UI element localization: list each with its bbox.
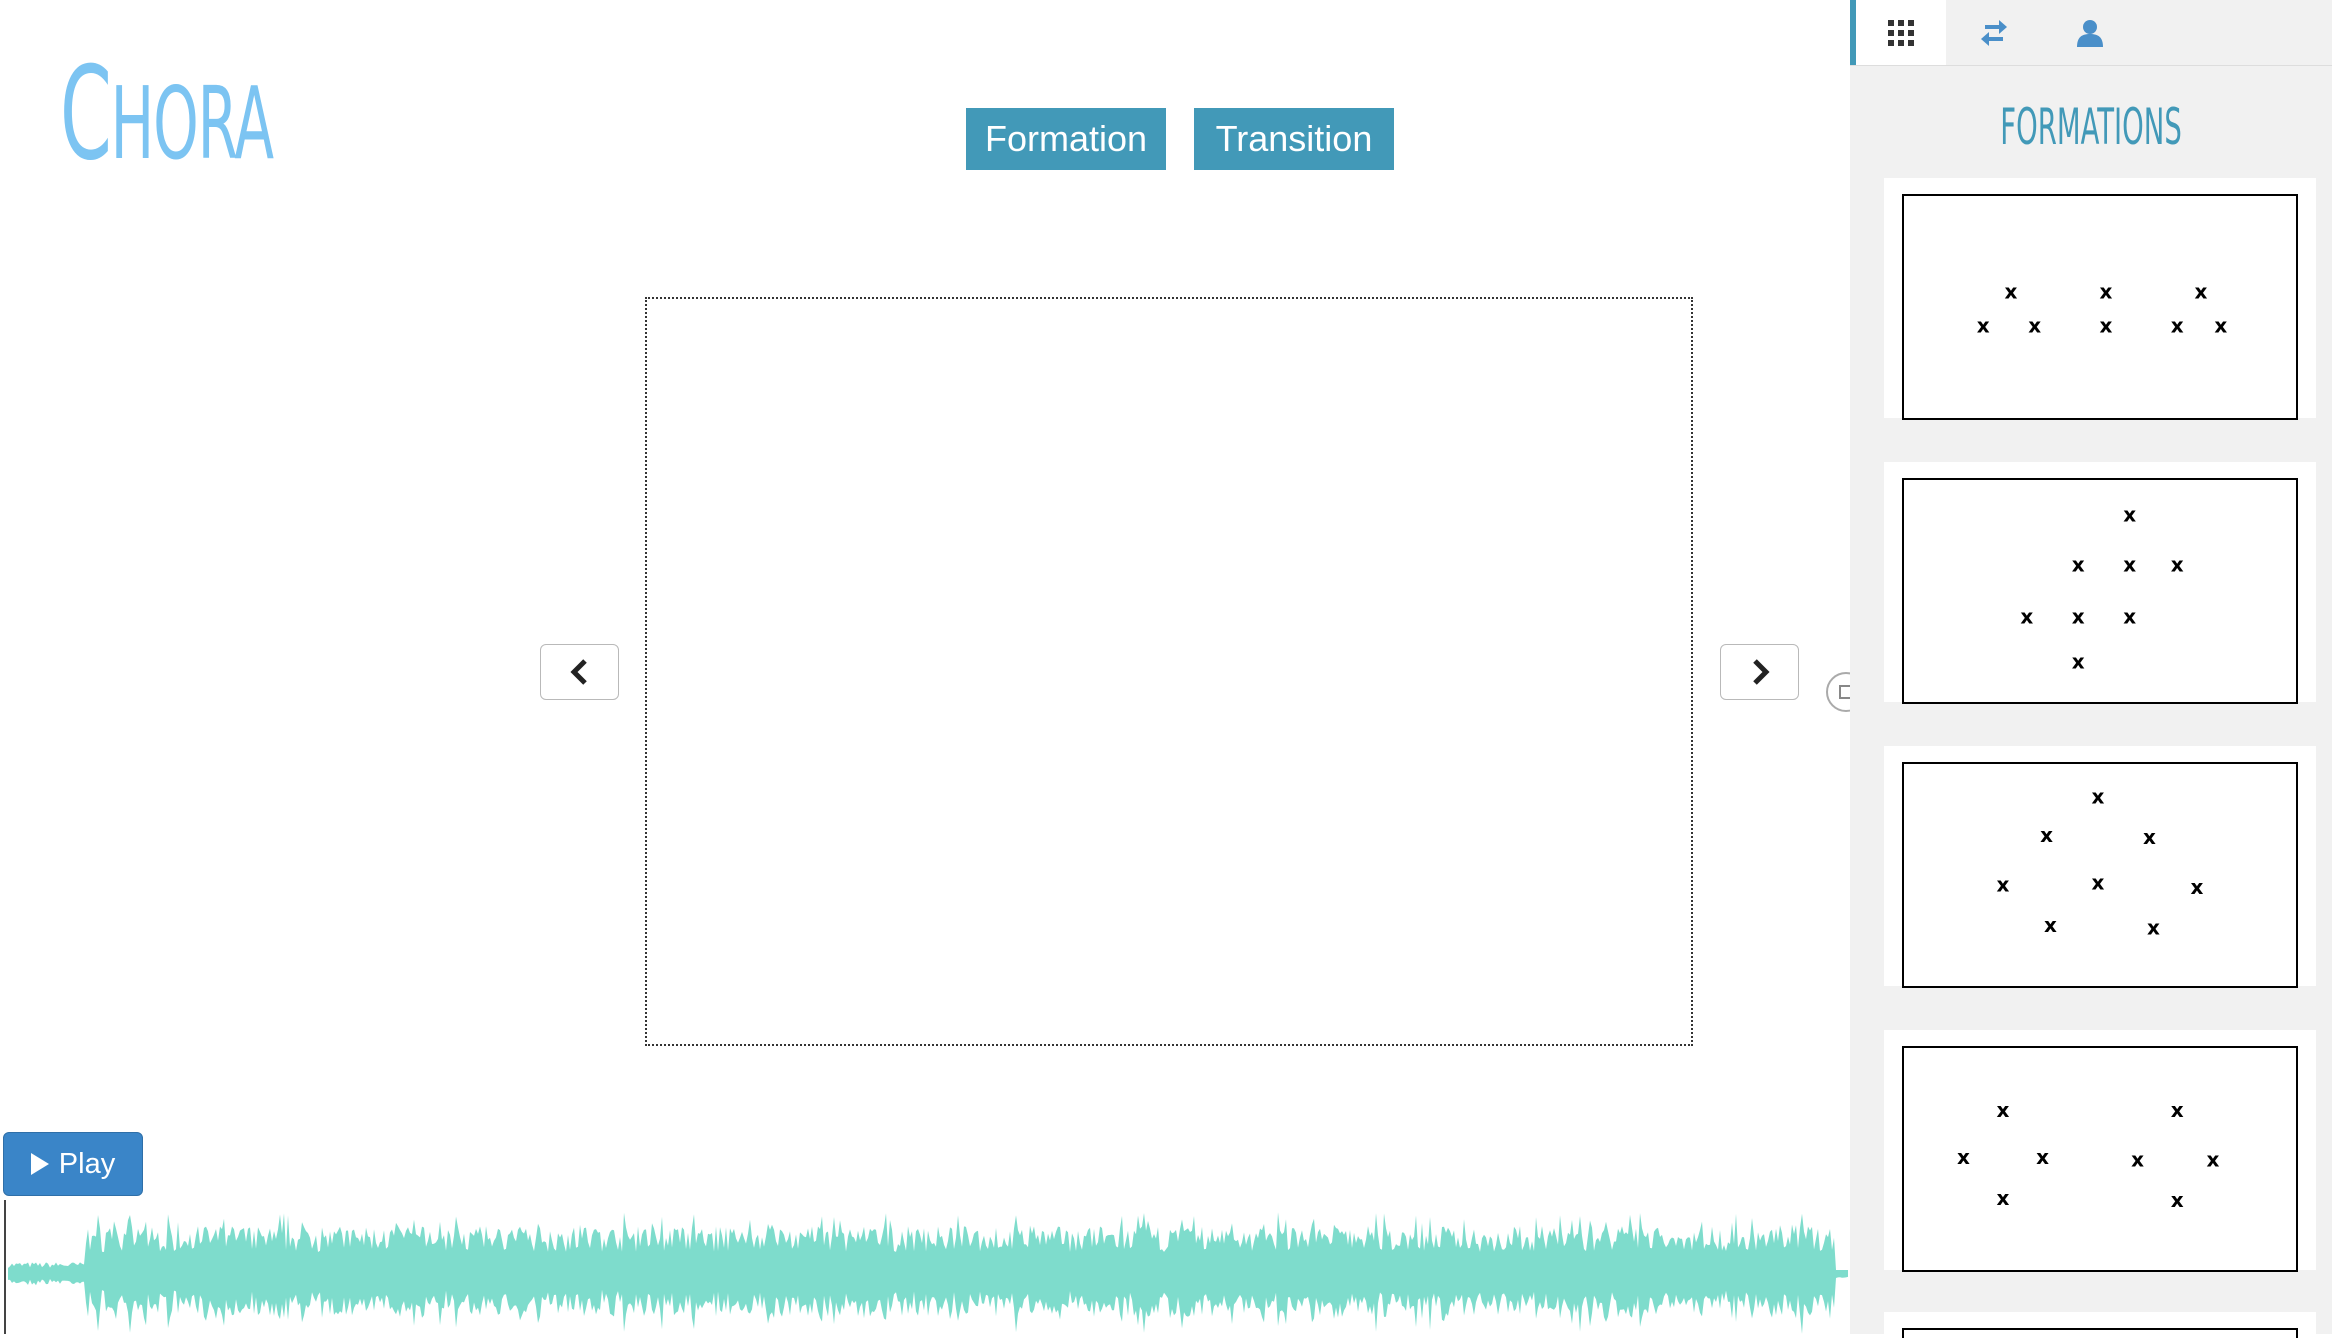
dancer-marker[interactable]: x (2171, 1098, 2184, 1122)
formation-thumbnail: xxxxxxxx (1902, 478, 2298, 704)
dancer-marker[interactable]: x (2100, 314, 2113, 338)
next-formation-button[interactable] (1720, 644, 1799, 700)
formation-thumbnail: x x x x x x x x (1902, 762, 2298, 988)
dancer-marker[interactable]: x (2206, 1148, 2219, 1172)
previous-formation-button[interactable] (540, 644, 619, 700)
sidebar-title: FORMATIONS (1850, 92, 2332, 162)
dancer-marker[interactable]: x (2195, 280, 2208, 304)
dancer-marker[interactable]: x (1997, 1186, 2010, 1210)
playhead-cursor[interactable] (4, 1200, 6, 1334)
play-label: Play (58, 1147, 116, 1180)
dancer-marker[interactable]: x (2171, 1188, 2184, 1212)
dancer-marker[interactable]: x (2092, 870, 2105, 894)
dancer-marker[interactable]: x (2123, 503, 2136, 527)
dancer-marker[interactable]: x (2072, 604, 2085, 628)
waveform-shape (8, 1212, 1848, 1334)
formation-thumbnail (1902, 1328, 2298, 1338)
tab-dancers[interactable] (2042, 0, 2138, 65)
dancer-marker[interactable]: x (1957, 1145, 1970, 1169)
dancer-marker[interactable]: x (2092, 784, 2105, 808)
audio-waveform[interactable] (0, 1198, 1850, 1334)
sidebar-title-text: FORMATIONS (2000, 98, 2182, 156)
dancer-marker[interactable]: x (2100, 280, 2113, 304)
dancer-marker[interactable]: x (2072, 552, 2085, 576)
chevron-left-icon (569, 659, 587, 685)
transition-button[interactable]: Transition (1194, 108, 1394, 170)
formation-thumbnail: xxxxxxxx (1902, 194, 2298, 420)
dancer-marker[interactable]: x (2123, 552, 2136, 576)
transfer-icon (1981, 19, 2007, 46)
formation-card[interactable]: xxxxxxxx (1884, 178, 2316, 420)
user-icon (2077, 19, 2103, 47)
formation-card[interactable]: xxxxxxxx (1884, 1030, 2316, 1272)
stage-canvas[interactable] (645, 297, 1693, 1046)
formation-card[interactable]: xxxxxxxx (1884, 462, 2316, 704)
formations-sidebar: FORMATIONS xxxxxxxx xxxxxxxx xxxxxxxx xx… (1850, 0, 2332, 1338)
dancer-marker[interactable]: x (2214, 314, 2227, 338)
formation-card[interactable]: x x x x x x x x (1884, 746, 2316, 988)
dancer-marker[interactable]: x (2020, 604, 2033, 628)
dancer-marker[interactable]: x (2044, 913, 2057, 937)
dancer-marker[interactable]: x (2072, 650, 2085, 674)
app-logo: CHORA (60, 40, 274, 189)
dancer-marker[interactable]: x (2028, 314, 2041, 338)
dancer-marker[interactable]: x (2171, 314, 2184, 338)
dancer-marker[interactable]: x (2147, 916, 2160, 940)
dancer-marker[interactable]: x (1977, 314, 1990, 338)
dancer-marker[interactable]: x (1997, 1098, 2010, 1122)
dancer-marker[interactable]: x (2036, 1145, 2049, 1169)
dancer-marker[interactable]: x (1997, 873, 2010, 897)
dancer-marker[interactable]: x (2123, 604, 2136, 628)
play-icon (30, 1153, 49, 1175)
formation-markers: x x x x x x x x (1997, 784, 2204, 940)
formation-markers: xxxxxxxx (1957, 1098, 2219, 1212)
tab-transitions[interactable] (1946, 0, 2042, 65)
dancer-marker[interactable]: x (2191, 875, 2204, 899)
formation-markers: xxxxxxxx (1977, 280, 2228, 338)
dancer-marker[interactable]: x (2040, 823, 2053, 847)
sidebar-tabs (1850, 0, 2332, 66)
formation-button[interactable]: Formation (966, 108, 1166, 170)
dancer-marker[interactable]: x (2004, 280, 2017, 304)
dancer-marker[interactable]: x (2143, 825, 2156, 849)
play-button[interactable]: Play (3, 1132, 143, 1196)
dancer-marker[interactable]: x (2171, 552, 2184, 576)
formation-thumbnail: xxxxxxxx (1902, 1046, 2298, 1272)
chevron-right-icon (1752, 659, 1770, 685)
dancer-marker[interactable]: x (2131, 1148, 2144, 1172)
tab-formations[interactable] (1850, 0, 1946, 65)
formation-markers: xxxxxxxx (2020, 503, 2184, 674)
formation-card[interactable] (1884, 1312, 2316, 1338)
grid-icon (1888, 19, 1914, 46)
